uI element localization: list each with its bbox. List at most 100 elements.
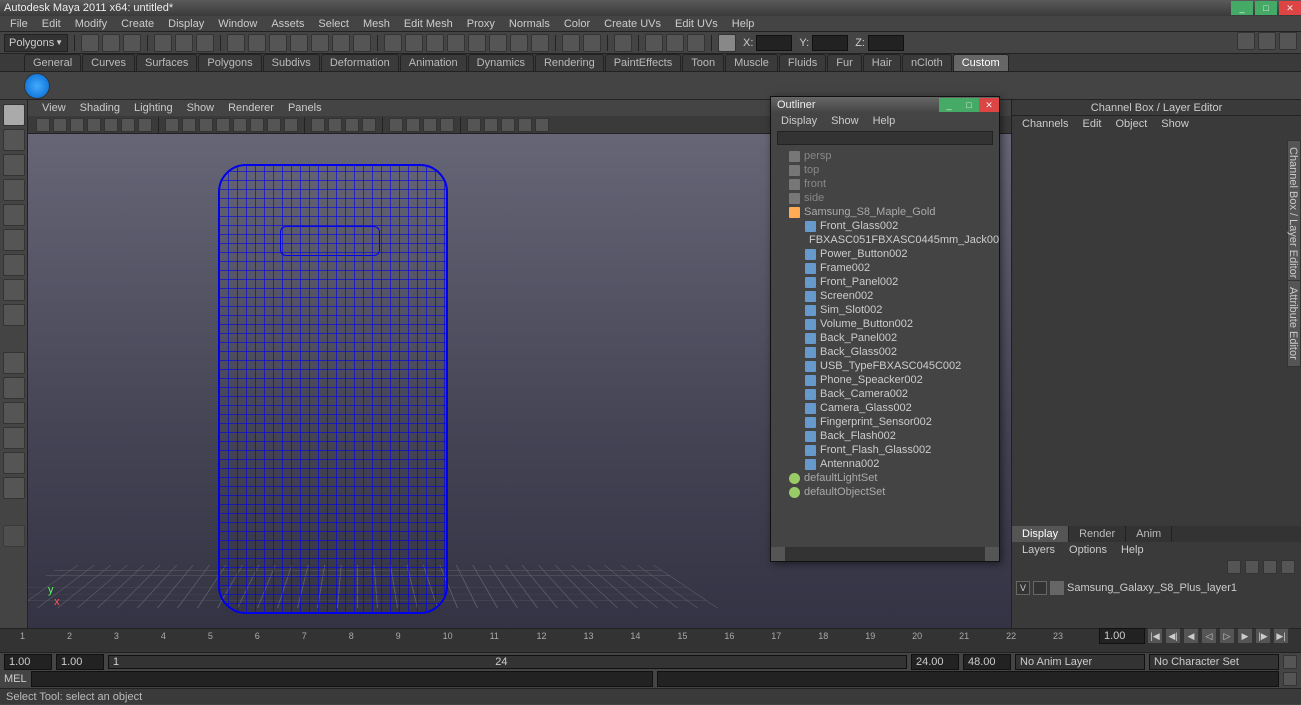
shelf-tab-fur[interactable]: Fur — [827, 54, 862, 71]
ui-a-icon[interactable] — [1237, 32, 1255, 50]
playback-end-input[interactable]: 24.00 — [911, 654, 959, 670]
outliner-hscroll[interactable] — [771, 547, 999, 561]
outliner-item[interactable]: persp — [771, 149, 999, 163]
select-tool[interactable] — [3, 104, 25, 126]
shelf-tab-subdivs[interactable]: Subdivs — [263, 54, 320, 71]
menu-help[interactable]: Help — [726, 17, 761, 31]
rotate-tool[interactable] — [3, 204, 25, 226]
shelf-tab-deformation[interactable]: Deformation — [321, 54, 399, 71]
render-a-icon[interactable] — [468, 34, 486, 52]
shelf-tab-general[interactable]: General — [24, 54, 81, 71]
outliner-list[interactable]: persptopfrontsideSamsung_S8_Maple_Gold Fr… — [771, 147, 999, 547]
viewmenu-lighting[interactable]: Lighting — [128, 101, 179, 115]
outliner-item[interactable]: Front_Flash_Glass002 — [771, 443, 999, 457]
layer-tab-anim[interactable]: Anim — [1126, 526, 1172, 542]
view-icon-10[interactable] — [216, 118, 230, 132]
layer-type-toggle[interactable] — [1033, 581, 1047, 595]
outliner-item[interactable]: Front_Panel002 — [771, 275, 999, 289]
outliner-item[interactable]: Samsung_S8_Maple_Gold — [771, 205, 999, 219]
outliner-item[interactable]: front — [771, 177, 999, 191]
misc-c-icon[interactable] — [687, 34, 705, 52]
snap-point-icon[interactable] — [269, 34, 287, 52]
layer-menu-help[interactable]: Help — [1115, 543, 1150, 557]
outliner-item[interactable]: FBXASC051FBXASC0445mm_Jack002 — [771, 233, 999, 247]
view-icon-20[interactable] — [406, 118, 420, 132]
menu-select[interactable]: Select — [312, 17, 355, 31]
outliner-window[interactable]: Outliner _ □ ✕ DisplayShowHelp persptopf… — [770, 96, 1000, 562]
outliner-item[interactable]: Back_Flash002 — [771, 429, 999, 443]
shelf-tab-fluids[interactable]: Fluids — [779, 54, 826, 71]
layer-row[interactable]: V Samsung_Galaxy_S8_Plus_layer1 — [1016, 580, 1297, 596]
view-icon-22[interactable] — [440, 118, 454, 132]
soft-mod-tool[interactable] — [3, 279, 25, 301]
coord-z-input[interactable] — [868, 35, 904, 51]
goto-start-button[interactable]: |◀ — [1147, 628, 1163, 644]
view-icon-5[interactable] — [121, 118, 135, 132]
autokey-icon[interactable] — [1283, 655, 1297, 669]
menu-assets[interactable]: Assets — [265, 17, 310, 31]
layer-visibility-toggle[interactable]: V — [1016, 581, 1030, 595]
viewmenu-panels[interactable]: Panels — [282, 101, 328, 115]
new-scene-icon[interactable] — [81, 34, 99, 52]
outliner-titlebar[interactable]: Outliner _ □ ✕ — [771, 97, 999, 113]
view-icon-1[interactable] — [53, 118, 67, 132]
menu-window[interactable]: Window — [212, 17, 263, 31]
anim-end-input[interactable]: 48.00 — [963, 654, 1011, 670]
view-icon-16[interactable] — [328, 118, 342, 132]
outliner-item[interactable]: Back_Glass002 — [771, 345, 999, 359]
range-slider[interactable]: 1 24 — [108, 655, 907, 669]
outliner-item[interactable]: top — [771, 163, 999, 177]
misc-a-icon[interactable] — [645, 34, 663, 52]
outliner-search-input[interactable] — [777, 131, 993, 145]
outliner-item[interactable]: USB_TypeFBXASC045C002 — [771, 359, 999, 373]
layer-tab-render[interactable]: Render — [1069, 526, 1126, 542]
anim-layer-select[interactable]: No Anim Layer — [1015, 654, 1145, 670]
select-component-icon[interactable] — [196, 34, 214, 52]
view-icon-0[interactable] — [36, 118, 50, 132]
menu-edit-uvs[interactable]: Edit UVs — [669, 17, 724, 31]
scroll-right-icon[interactable] — [985, 547, 999, 561]
step-forward-button[interactable]: ▶ — [1237, 628, 1253, 644]
step-forward-key-button[interactable]: |▶ — [1255, 628, 1271, 644]
layer-opts-icon[interactable] — [1281, 560, 1295, 574]
viewmenu-shading[interactable]: Shading — [74, 101, 126, 115]
view-icon-7[interactable] — [165, 118, 179, 132]
step-back-key-button[interactable]: ◀| — [1165, 628, 1181, 644]
render-b-icon[interactable] — [489, 34, 507, 52]
shelf-tab-curves[interactable]: Curves — [82, 54, 135, 71]
shelf-tab-ncloth[interactable]: nCloth — [902, 54, 952, 71]
layout-persp-hyper[interactable] — [3, 477, 25, 499]
outliner-item[interactable]: Phone_Speacker002 — [771, 373, 999, 387]
snap-plane-icon[interactable] — [290, 34, 308, 52]
outliner-item[interactable]: Antenna002 — [771, 457, 999, 471]
character-set-select[interactable]: No Character Set — [1149, 654, 1279, 670]
play-forward-button[interactable]: ▷ — [1219, 628, 1235, 644]
command-input[interactable] — [31, 671, 653, 687]
window-close[interactable]: ✕ — [1279, 1, 1301, 15]
step-back-button[interactable]: ◀ — [1183, 628, 1199, 644]
view-icon-17[interactable] — [345, 118, 359, 132]
layer-menu-options[interactable]: Options — [1063, 543, 1113, 557]
shelf-tab-animation[interactable]: Animation — [400, 54, 467, 71]
snap-view-icon[interactable] — [332, 34, 350, 52]
menu-set-dropdown[interactable]: Polygons ▼ — [4, 34, 68, 52]
outliner-item[interactable]: Back_Panel002 — [771, 331, 999, 345]
script-editor-icon[interactable] — [1283, 672, 1297, 686]
menu-color[interactable]: Color — [558, 17, 596, 31]
transform-icon[interactable] — [718, 34, 736, 52]
snap-live-icon[interactable] — [311, 34, 329, 52]
layer-up-icon[interactable] — [1245, 560, 1259, 574]
outliner-item[interactable]: Camera_Glass002 — [771, 401, 999, 415]
channel-menu-show[interactable]: Show — [1155, 117, 1195, 131]
outliner-item[interactable]: Screen002 — [771, 289, 999, 303]
outliner-item[interactable]: side — [771, 191, 999, 205]
shelf-tab-rendering[interactable]: Rendering — [535, 54, 604, 71]
layer-menu-layers[interactable]: Layers — [1016, 543, 1061, 557]
outliner-close[interactable]: ✕ — [979, 98, 999, 112]
ipr-icon[interactable] — [426, 34, 444, 52]
scroll-left-icon[interactable] — [771, 547, 785, 561]
lasso-tool[interactable] — [3, 129, 25, 151]
layer-new-icon[interactable] — [1227, 560, 1241, 574]
play-back-button[interactable]: ◁ — [1201, 628, 1217, 644]
outliner-item[interactable]: Sim_Slot002 — [771, 303, 999, 317]
